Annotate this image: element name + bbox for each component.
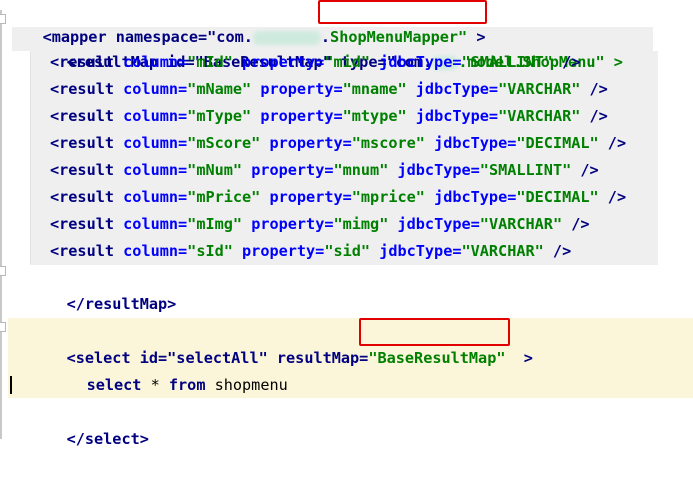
result-property-value: "mname": [342, 80, 407, 98]
result-column-value: "mType": [187, 107, 252, 125]
code-editor[interactable]: <mapper namespace="com. .ShopMenuMapper" …: [0, 0, 693, 448]
result-column-value: "mName": [187, 80, 252, 98]
code-line-resultmap-close: </resultMap>: [30, 264, 177, 313]
result-property-value: "mscore": [351, 134, 425, 152]
result-syntax: <result: [50, 161, 124, 179]
code-line-result: <result column="mNum" property="mnum" jd…: [50, 157, 599, 184]
result-property-value: "mid": [324, 53, 371, 71]
result-syntax: jdbcType=: [388, 215, 480, 233]
code-line-select-close: </select>: [30, 399, 149, 448]
result-syntax: column=: [123, 134, 188, 152]
result-syntax: jdbcType=: [388, 161, 480, 179]
result-syntax: />: [580, 107, 608, 125]
result-column-value: "mId": [187, 53, 233, 71]
result-syntax: />: [562, 215, 590, 233]
result-syntax: />: [552, 53, 581, 71]
result-jdbcType-value: "VARCHAR": [479, 215, 563, 233]
result-jdbcType-value: "VARCHAR": [498, 80, 581, 98]
result-syntax: column=: [123, 188, 188, 206]
result-syntax: property=: [260, 134, 352, 152]
result-column-value: "mScore": [187, 134, 261, 152]
fold-marker-icon[interactable]: [0, 266, 6, 276]
result-jdbcType-value: "VARCHAR": [498, 107, 581, 125]
result-property-value: "mtype": [342, 107, 407, 125]
code-line-result: <result column="mType" property="mtype" …: [50, 103, 608, 130]
result-syntax: property=: [260, 188, 352, 206]
result-syntax: <result: [50, 80, 124, 98]
result-column-value: "mNum": [187, 161, 243, 179]
result-column-value: "sId": [187, 242, 233, 260]
result-syntax: jdbcType=: [370, 242, 462, 260]
result-syntax: <result: [50, 215, 124, 233]
result-syntax: />: [543, 242, 572, 260]
result-jdbcType-value: "DECIMAL": [516, 188, 599, 206]
annotation-box-mapper-name: [318, 0, 487, 24]
result-syntax: property=: [232, 242, 325, 260]
code-line-resultmap-open: <resultMap id="BaseResultMap" type="com.…: [30, 22, 623, 71]
result-syntax: <result: [50, 53, 124, 71]
result-syntax: />: [580, 80, 608, 98]
result-property-value: "mimg": [333, 215, 389, 233]
code-line-result: <result column="mScore" property="mscore…: [50, 130, 626, 157]
sql-star: *: [141, 376, 169, 394]
sql-keyword-from: from: [168, 376, 206, 394]
result-syntax: jdbcType=: [424, 134, 517, 152]
code-line-result: <result column="mId" property="mid" jdbc…: [50, 49, 580, 76]
result-syntax: />: [598, 134, 627, 152]
result-jdbcType-value: "SMALLINT": [479, 161, 572, 179]
result-syntax: column=: [123, 53, 188, 71]
result-syntax: property=: [232, 53, 325, 71]
result-syntax: <result: [50, 188, 124, 206]
select-tag-close: </select>: [66, 430, 149, 448]
result-jdbcType-value: "SMALLINT": [461, 53, 553, 71]
result-syntax: property=: [251, 107, 343, 125]
result-syntax: column=: [123, 80, 188, 98]
resultmap-tag-close: </resultMap>: [66, 295, 177, 313]
result-property-value: "mprice": [351, 188, 425, 206]
result-syntax: <result: [50, 242, 124, 260]
sql-table-name: shopmenu: [205, 376, 288, 394]
result-syntax: jdbcType=: [370, 53, 462, 71]
result-syntax: />: [571, 161, 599, 179]
code-line-result: <result column="mName" property="mname" …: [50, 76, 608, 103]
annotation-box-resultmap-value: [359, 318, 510, 346]
result-syntax: property=: [251, 80, 343, 98]
result-jdbcType-value: "VARCHAR": [461, 242, 544, 260]
result-syntax: column=: [123, 242, 188, 260]
result-syntax: column=: [123, 215, 188, 233]
result-syntax: column=: [123, 161, 188, 179]
result-syntax: property=: [242, 215, 334, 233]
result-syntax: <result: [50, 134, 124, 152]
result-syntax: />: [598, 188, 627, 206]
result-property-value: "mnum": [333, 161, 389, 179]
result-syntax: <result: [50, 107, 124, 125]
result-syntax: property=: [242, 161, 334, 179]
result-property-value: "sid": [324, 242, 371, 260]
select-tag-close-gt: >: [505, 349, 533, 367]
result-jdbcType-value: "DECIMAL": [516, 134, 599, 152]
result-syntax: jdbcType=: [406, 80, 499, 98]
fold-gutter-line: [0, 10, 2, 439]
code-line-result: <result column="mImg" property="mimg" jd…: [50, 211, 590, 238]
code-line-result: <result column="mPrice" property="mprice…: [50, 184, 626, 211]
fold-marker-icon[interactable]: [0, 322, 6, 332]
text-caret: [10, 376, 12, 394]
result-syntax: jdbcType=: [424, 188, 517, 206]
result-column-value: "mPrice": [187, 188, 261, 206]
result-column-value: "mImg": [187, 215, 243, 233]
code-line-result: <result column="sId" property="sid" jdbc…: [50, 238, 571, 265]
sql-keyword-select: select: [86, 376, 142, 394]
result-syntax: jdbcType=: [406, 107, 499, 125]
code-line-sql: select * from shopmenu: [50, 345, 288, 394]
select-resultmap-value: "BaseResultMap": [368, 349, 506, 367]
result-syntax: column=: [123, 107, 188, 125]
